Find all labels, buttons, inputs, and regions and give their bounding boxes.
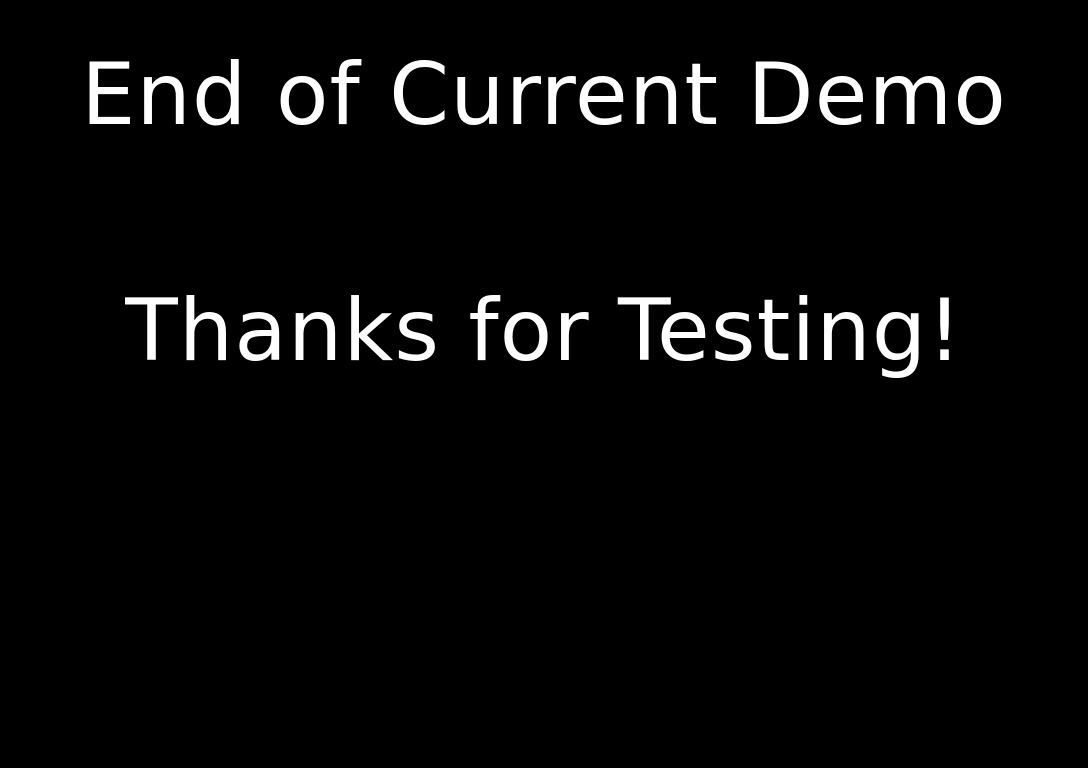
demo-end-screen: End of Current Demo Thanks for Testing!	[0, 0, 1088, 768]
thanks-message: Thanks for Testing!	[125, 281, 963, 381]
end-of-demo-title: End of Current Demo	[81, 45, 1007, 145]
